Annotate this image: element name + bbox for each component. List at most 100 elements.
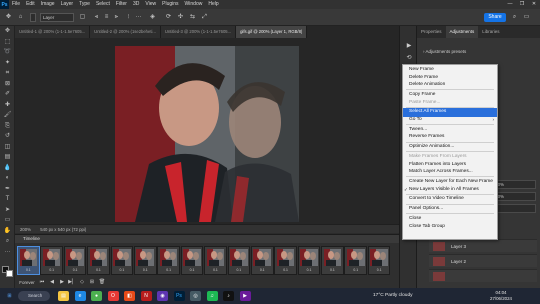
menu-view[interactable]: View xyxy=(142,0,159,9)
align-left-icon[interactable]: ⫷ xyxy=(92,13,101,22)
eraser-icon[interactable]: ◫ xyxy=(0,142,15,153)
menu-item-panel-options[interactable]: Panel Options... xyxy=(403,205,497,213)
duplicate-frame-icon[interactable]: ⊞ xyxy=(87,278,97,287)
office-icon[interactable]: ◧ xyxy=(124,291,135,301)
document-tab[interactable]: Untitled-3 @ 200% (1-1-1.5e7605... xyxy=(160,26,237,38)
edge-icon[interactable]: e xyxy=(74,291,86,301)
document-tab[interactable]: Untitled-2 @ 200% (1se2beheti... xyxy=(90,26,161,38)
photoshop-icon[interactable]: Ps xyxy=(173,291,185,301)
document-tab[interactable]: Untitled-1 @ 200% (1-1-1.5e7605... xyxy=(15,26,91,38)
frame-delay[interactable]: 0.1 xyxy=(41,267,62,274)
more-tools-icon[interactable]: ··· xyxy=(0,247,15,258)
file-explorer-icon[interactable]: ▤ xyxy=(58,291,69,301)
frame-delay[interactable]: 0.1 xyxy=(112,267,133,274)
menu-item-go-to[interactable]: Go To › xyxy=(403,116,497,124)
timeline-frame[interactable]: 0.1 xyxy=(204,246,227,275)
layer-row[interactable]: Layer 3 xyxy=(429,239,537,252)
3d-mode-icon[interactable]: ◈ xyxy=(148,13,157,22)
weather-widget[interactable]: 17°C Partly cloudy xyxy=(373,291,413,301)
frame-delay[interactable]: 0.1 xyxy=(158,267,179,274)
frame-delay[interactable]: 0.1 xyxy=(182,267,203,274)
zoom-tool-icon[interactable]: ⌕ xyxy=(0,236,15,247)
close-window-button[interactable]: ✕ xyxy=(528,0,540,9)
camera-icon[interactable]: ◎ xyxy=(190,291,201,301)
layer-select-dropdown[interactable]: Layer xyxy=(40,13,74,22)
menu-select[interactable]: Select xyxy=(93,0,113,9)
path-select-icon[interactable]: ➤ xyxy=(0,205,15,216)
maximize-button[interactable]: ❐ xyxy=(516,0,528,9)
menu-type[interactable]: Type xyxy=(76,0,93,9)
frame-delay[interactable]: 0.1 xyxy=(229,267,250,274)
layer-row[interactable] xyxy=(429,269,537,282)
frame-delay[interactable]: 0.1 xyxy=(299,267,320,274)
frame-delay[interactable]: 0.1 xyxy=(275,267,296,274)
frame-delay[interactable]: 0.1 xyxy=(205,267,226,274)
tiktok-icon[interactable]: ♪ xyxy=(223,291,234,301)
photos-icon[interactable]: ◉ xyxy=(157,291,168,301)
transform-controls-icon[interactable]: ▢ xyxy=(78,13,87,22)
menu-window[interactable]: Window xyxy=(182,0,206,9)
menu-item-close-tab-group[interactable]: Close Tab Group xyxy=(403,223,497,231)
timeline-frame[interactable]: 0.1 xyxy=(110,246,134,275)
timeline-frame[interactable]: 0.1 xyxy=(297,246,321,275)
marquee-tool-icon[interactable]: ⬚ xyxy=(0,37,15,48)
search-icon[interactable]: ⌕ xyxy=(510,13,519,22)
menu-file[interactable]: File xyxy=(9,0,23,9)
menu-layer[interactable]: Layer xyxy=(58,0,77,9)
rectangle-tool-icon[interactable]: ▭ xyxy=(0,215,15,226)
magic-wand-icon[interactable]: ✦ xyxy=(0,58,15,69)
tween-icon[interactable]: ◇ xyxy=(77,278,87,287)
tab-properties[interactable]: Properties xyxy=(417,26,446,38)
dodge-icon[interactable]: ◐ xyxy=(0,173,15,184)
3d-slide-icon[interactable]: ⇆ xyxy=(188,13,197,22)
blur-icon[interactable]: 💧 xyxy=(0,163,15,174)
chrome-icon[interactable]: ● xyxy=(91,291,102,301)
menu-3d[interactable]: 3D xyxy=(130,0,142,9)
layer-row[interactable]: Layer 2 xyxy=(429,254,537,267)
next-frame-icon[interactable]: ▶▏ xyxy=(67,278,77,287)
pen-tool-icon[interactable]: ✒ xyxy=(0,184,15,195)
timeline-frame[interactable]: 0.1 xyxy=(227,246,251,275)
timeline-frame[interactable]: 0.1 xyxy=(17,246,40,275)
tab-libraries[interactable]: Libraries xyxy=(478,26,503,38)
share-button[interactable]: Share xyxy=(484,13,506,22)
menu-item-optimize-animation[interactable]: Optimize Animation... xyxy=(403,143,497,151)
timeline-frame[interactable]: 0.1 xyxy=(157,246,180,275)
menu-item-delete-animation[interactable]: Delete Animation xyxy=(403,81,497,89)
distribute-icon[interactable]: ⦙ xyxy=(124,13,133,22)
menu-item-convert-to-video-timeline[interactable]: Convert to Video Timeline xyxy=(403,195,497,203)
timeline-frame[interactable]: 0.1 xyxy=(180,246,204,275)
menu-item-new-layers-visible-in-all-frames[interactable]: New Layers Visible in All Frames ✓ xyxy=(403,186,497,194)
frame-delay[interactable]: 0.1 xyxy=(322,267,343,274)
play-action-icon[interactable]: ▶ xyxy=(400,40,418,52)
3d-rotate-icon[interactable]: ⟳ xyxy=(164,13,173,22)
opera-icon[interactable]: O xyxy=(107,291,119,301)
previous-frame-icon[interactable]: ◀ xyxy=(47,278,57,287)
minimize-button[interactable]: — xyxy=(504,0,516,9)
clock[interactable]: 04:04 27/06/2024 xyxy=(486,290,516,302)
document-info[interactable]: 540 px x 540 px (72 ppi) xyxy=(32,227,86,232)
history-brush-icon[interactable]: ↺ xyxy=(0,131,15,142)
zoom-level[interactable]: 200% xyxy=(15,227,31,232)
move-tool-icon[interactable]: ✥ xyxy=(0,26,15,37)
spotify-icon[interactable]: ♫ xyxy=(206,291,218,301)
timeline-frame[interactable]: 0.1 xyxy=(133,246,157,275)
healing-brush-icon[interactable]: ✚ xyxy=(0,100,15,111)
taskbar-search[interactable]: Search xyxy=(18,291,50,301)
netflix-icon[interactable]: N xyxy=(140,291,152,301)
first-frame-icon[interactable]: ⏮ xyxy=(37,278,47,287)
crop-tool-icon[interactable]: ⌗ xyxy=(0,68,15,79)
background-color-swatch[interactable] xyxy=(6,270,13,277)
timeline-frame[interactable]: 0.1 xyxy=(344,246,368,275)
lasso-tool-icon[interactable]: ➰ xyxy=(0,47,15,58)
move-tool-icon[interactable]: ✥ xyxy=(4,13,13,22)
timeline-frame[interactable]: 0.1 xyxy=(367,246,391,275)
gradient-icon[interactable]: ▤ xyxy=(0,152,15,163)
auto-select-checkbox[interactable] xyxy=(30,13,36,22)
3d-pan-icon[interactable]: ✣ xyxy=(176,13,185,22)
document-tab[interactable]: gifs.gif @ 200% (Layer 1, RGB/8) xyxy=(236,26,308,38)
align-center-icon[interactable]: ≡ xyxy=(102,13,111,22)
canvas-area[interactable] xyxy=(15,38,399,224)
clone-stamp-icon[interactable]: ⎘ xyxy=(0,121,15,132)
frame-delay[interactable]: 0.1 xyxy=(65,267,86,274)
